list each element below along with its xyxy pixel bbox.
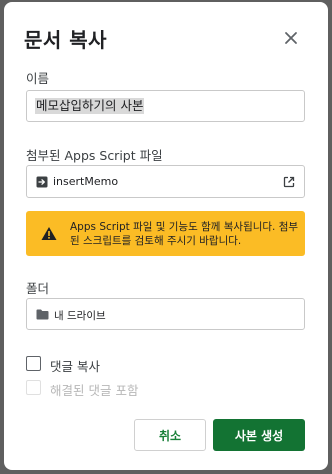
script-file-field: insertMemo (26, 165, 305, 198)
copy-document-dialog: 문서 복사 이름 메모삽입하기의 사본 첨부된 Apps Script 파일 i… (4, 2, 328, 470)
warning-text: Apps Script 파일 및 기능도 함께 복사됩니다. 첨부된 스크립트를… (70, 221, 299, 247)
resolved-comments-label: 해결된 댓글 포함 (50, 383, 139, 398)
cancel-button[interactable]: 취소 (134, 419, 206, 451)
name-label: 이름 (26, 71, 50, 86)
create-copy-button[interactable]: 사본 생성 (213, 419, 305, 451)
dialog-title: 문서 복사 (24, 28, 108, 52)
close-icon[interactable] (281, 28, 301, 48)
folder-icon (36, 309, 49, 320)
folder-label: 폴더 (26, 281, 50, 296)
script-label: 첨부된 Apps Script 파일 (26, 148, 163, 163)
resolved-comments-checkbox (26, 380, 41, 395)
copy-comments-checkbox[interactable] (26, 356, 41, 371)
apps-script-icon (36, 176, 48, 188)
copy-comments-label[interactable]: 댓글 복사 (50, 356, 100, 375)
folder-selector[interactable]: 내 드라이브 (26, 298, 305, 330)
folder-value: 내 드라이브 (54, 310, 106, 322)
name-input-value: 메모삽입하기의 사본 (35, 98, 145, 114)
script-file-name: insertMemo (53, 175, 119, 188)
warning-icon (41, 227, 57, 240)
name-input[interactable]: 메모삽입하기의 사본 (26, 90, 305, 122)
warning-banner: Apps Script 파일 및 기능도 함께 복사됩니다. 첨부된 스크립트를… (26, 211, 305, 256)
open-in-new-icon[interactable] (283, 176, 295, 188)
